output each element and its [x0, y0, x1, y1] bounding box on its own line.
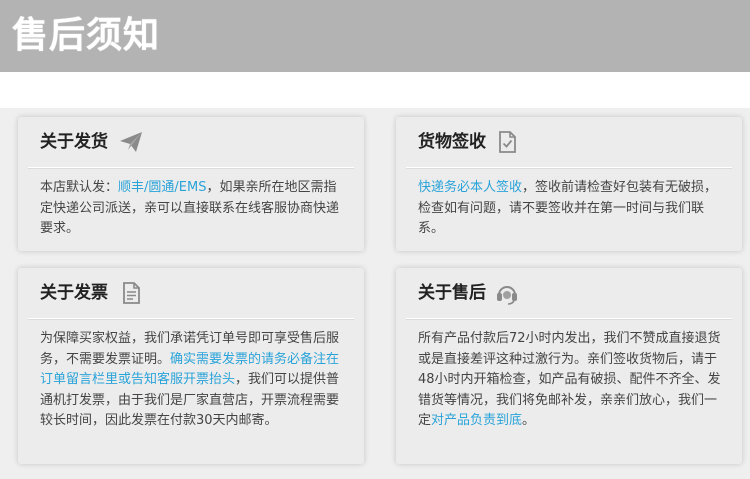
- card-body: 快递务必本人签收，签收前请检查好包装有无破损，检查如有问题，请不要签收并在第一时…: [396, 168, 742, 240]
- card-body: 本店默认发：顺丰/圆通/EMS，如果亲所在地区需指定快递公司派送，亲可以直接联系…: [18, 168, 364, 240]
- header-banner: 售后须知: [0, 0, 750, 72]
- body-text: 。: [522, 413, 536, 428]
- document-check-icon: [499, 131, 516, 153]
- card-header: 货物签收: [396, 117, 742, 167]
- invoice-document-icon: [123, 282, 140, 304]
- card-header: 关于发货: [18, 117, 364, 167]
- card-title: 关于发货: [40, 132, 108, 152]
- card-title: 关于售后: [418, 283, 486, 303]
- card-title: 货物签收: [418, 132, 486, 152]
- invoice-card: 关于发票 为保障买家权益，我们承诺凭订单号即可享受售后服务，不需要发票证明。确实…: [18, 268, 364, 464]
- card-body: 所有产品付款后72小时内发出，我们不赞成直接退货或是直接差评这种过激行为。亲们签…: [396, 319, 742, 432]
- headset-icon: [497, 286, 517, 305]
- body-text: 本店默认发：: [40, 180, 119, 195]
- page-title: 售后须知: [12, 15, 161, 56]
- paper-plane-icon: [120, 132, 142, 152]
- highlight-text: 顺丰/圆通/EMS: [118, 180, 207, 195]
- card-header: 关于售后: [396, 268, 742, 318]
- highlight-text: 快递务必本人签收: [418, 180, 523, 195]
- receipt-card: 货物签收 快递务必本人签收，签收前请检查好包装有无破损，检查如有问题，请不要签收…: [396, 117, 742, 251]
- after-sales-card: 关于售后 所有产品付款后72小时内发出，我们不赞成直接退货或是直接差评这种过激行…: [396, 268, 742, 464]
- highlight-text: 对产品负责到底: [431, 413, 523, 428]
- card-title: 关于发票: [40, 283, 108, 303]
- shipping-card: 关于发货 本店默认发：顺丰/圆通/EMS，如果亲所在地区需指定快递公司派送，亲可…: [18, 117, 364, 251]
- card-header: 关于发票: [18, 268, 364, 318]
- spacer: [0, 72, 750, 108]
- card-body: 为保障买家权益，我们承诺凭订单号即可享受售后服务，不需要发票证明。确实需要发票的…: [18, 319, 364, 432]
